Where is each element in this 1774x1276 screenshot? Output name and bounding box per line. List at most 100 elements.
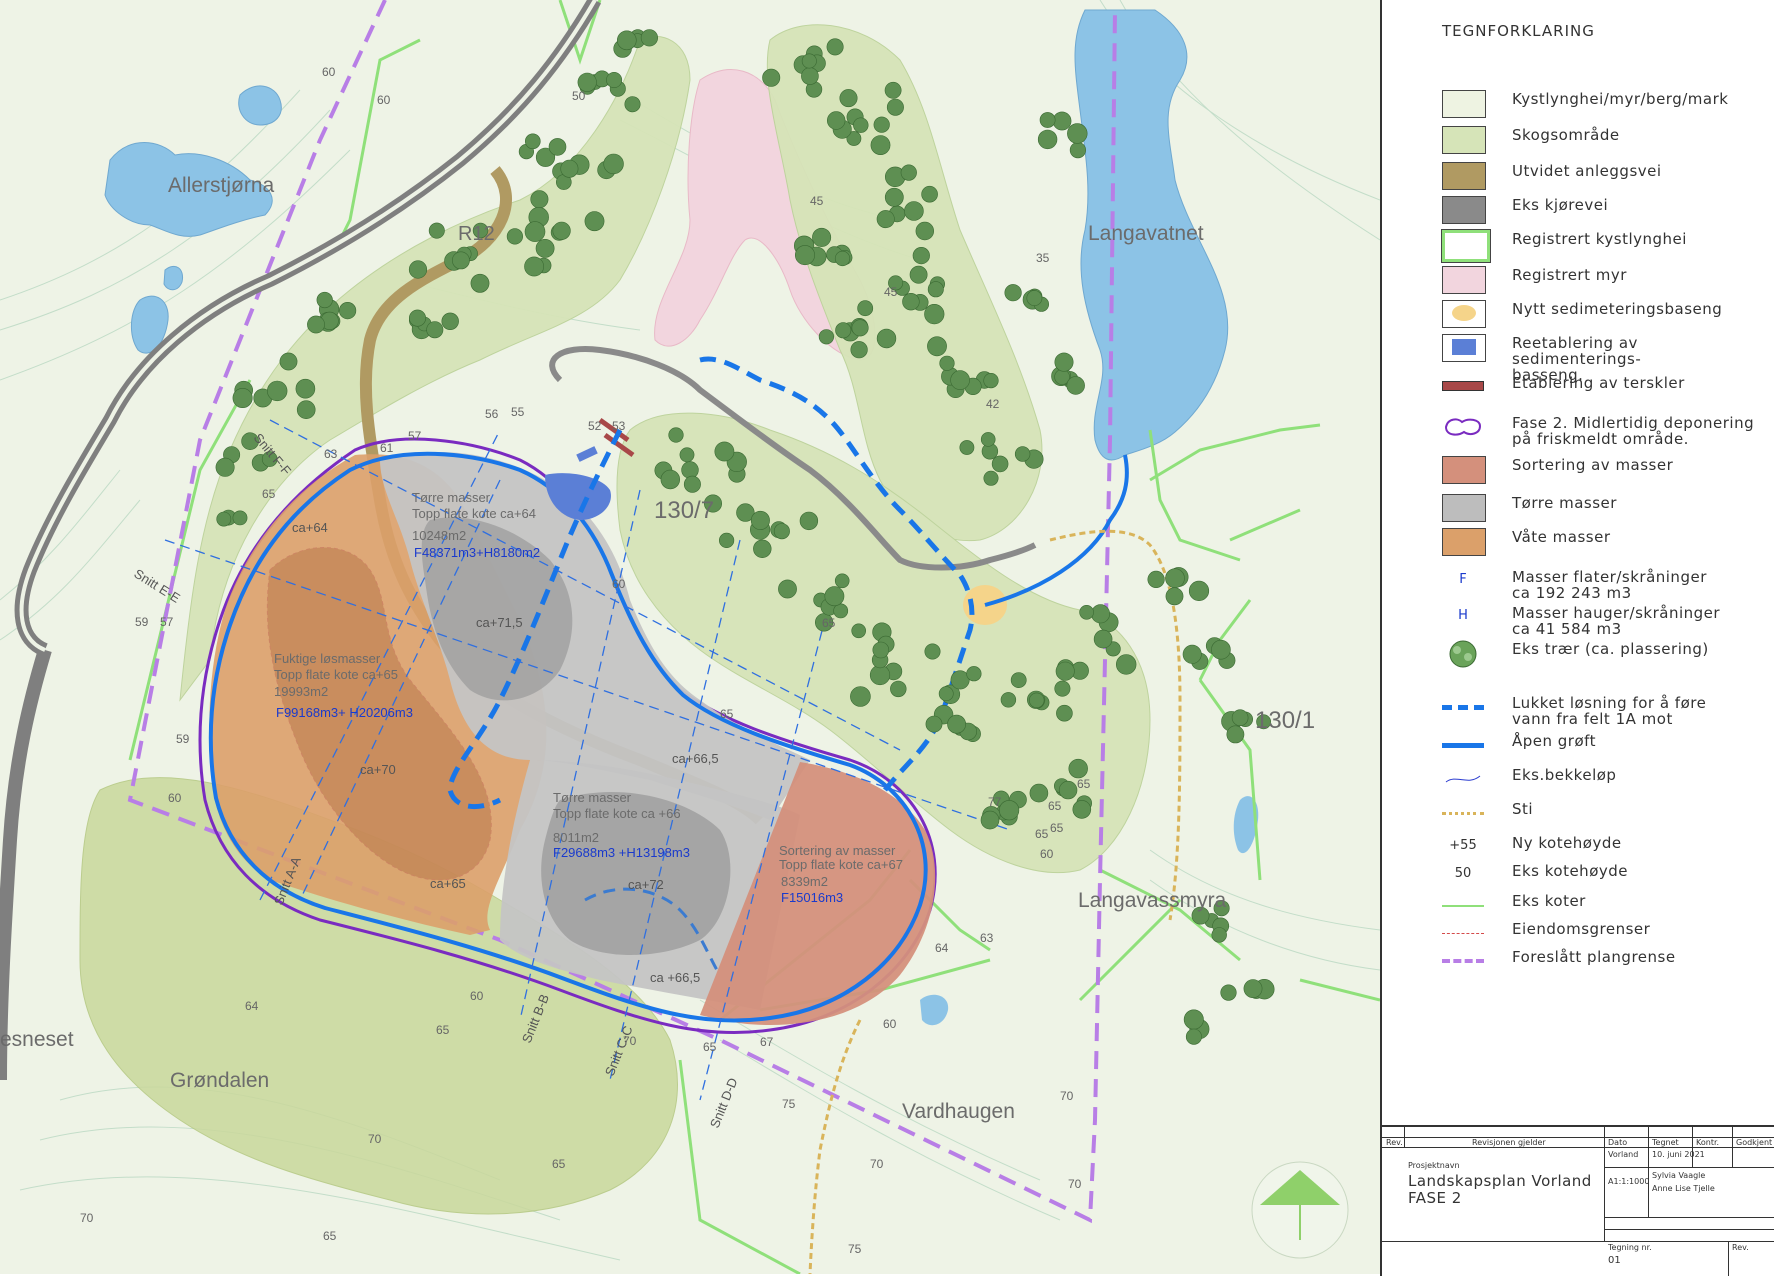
- legend-item: Eks kjørevei: [1442, 192, 1772, 226]
- tree-icon: [927, 336, 947, 357]
- contour-height-label: 65: [262, 487, 276, 501]
- tree-icon: [778, 579, 797, 599]
- legend-item: H Masser hauger/skråninger ca 41 584 m3: [1442, 600, 1772, 637]
- zone-wet-title: Fuktige løsmasser: [274, 651, 381, 666]
- legend-label: Foreslått plangrense: [1512, 948, 1676, 966]
- contour-height-label: 70: [80, 1211, 94, 1225]
- tree-icon: [660, 469, 680, 490]
- tree-icon: [835, 322, 852, 339]
- tree-icon: [408, 260, 428, 279]
- legend-symbol: [1442, 300, 1486, 328]
- tree-icon: [1211, 927, 1227, 943]
- tree-icon: [902, 293, 920, 311]
- tree-icon: [714, 441, 735, 462]
- place-langavatnet: Langavatnet: [1088, 222, 1204, 245]
- tree-icon: [938, 686, 954, 702]
- tree-icon: [530, 190, 549, 209]
- tree-icon: [812, 227, 832, 247]
- zone-wet-volume: F99168m3+ H20206m3: [276, 705, 413, 720]
- tree-icon: [851, 319, 869, 337]
- legend-label: Eks kotehøyde: [1512, 862, 1628, 880]
- tree-icon: [947, 714, 967, 734]
- contour-height-label: 65: [323, 1229, 337, 1243]
- tree-icon: [1182, 644, 1202, 664]
- tree-icon: [1055, 661, 1075, 681]
- tree-icon: [834, 573, 850, 589]
- tb-rev2-label: Rev.: [1732, 1243, 1749, 1252]
- contour-height-label: 65: [436, 1023, 450, 1037]
- legend-label: Registrert myr: [1512, 266, 1627, 284]
- contour-height-label: 60: [883, 1017, 897, 1031]
- legend-symbol: [1442, 732, 1484, 758]
- tree-icon: [801, 53, 817, 69]
- contour-height-label: 65: [1048, 799, 1062, 813]
- tree-icon: [1028, 692, 1045, 708]
- contour-height-label: 45: [884, 285, 898, 299]
- tree-icon: [980, 810, 1000, 830]
- tree-icon: [983, 373, 999, 389]
- elev-ca715: ca+71,5: [476, 615, 523, 630]
- legend-symbol: [1442, 800, 1484, 826]
- legend-label: Våte masser: [1512, 528, 1611, 546]
- contour-height-label: 42: [986, 397, 1000, 411]
- legend-item: Fase 2. Midlertidig deponering på friskm…: [1442, 410, 1772, 447]
- tree-icon: [870, 135, 891, 156]
- tree-icon: [1188, 580, 1210, 602]
- contour-height-label: 77: [988, 795, 1002, 809]
- legend-symbol: [1442, 456, 1486, 484]
- place-allerstjorna: Allerstjørna: [168, 174, 275, 197]
- tree-icon: [1004, 284, 1022, 302]
- tree-icon: [884, 81, 902, 99]
- tree-icon: [451, 251, 470, 270]
- tree-icon: [1067, 123, 1088, 144]
- tree-icon: [1000, 692, 1017, 708]
- tb-drawn-label: Tegnet: [1652, 1138, 1679, 1147]
- tree-icon: [909, 265, 928, 284]
- tree-icon: [750, 510, 770, 530]
- tree-icon: [1093, 629, 1113, 649]
- tree-icon: [983, 470, 999, 486]
- tree-icon: [624, 96, 641, 113]
- zone-dry-north-area: 10248m2: [412, 528, 466, 543]
- tree-icon: [232, 387, 253, 408]
- contour-height-label: 55: [511, 405, 525, 419]
- tb-drawing-no: 01: [1608, 1255, 1621, 1266]
- contour-height-label: 60: [612, 577, 626, 591]
- tree-icon: [1014, 446, 1031, 462]
- contour-height-label: 65: [1035, 827, 1049, 841]
- zone-dry-south-subtitle: Topp flate kote ca +66: [553, 806, 681, 821]
- legend-item: Sti: [1442, 796, 1772, 830]
- legend-label: Tørre masser: [1512, 494, 1617, 512]
- legend-label: Etablering av terskler: [1512, 374, 1685, 392]
- zone-sorting-volume: F15016m3: [781, 890, 843, 905]
- tree-icon: [818, 329, 835, 345]
- contour-height-label: 64: [245, 999, 259, 1013]
- place-vardhaugen: Vardhaugen: [902, 1100, 1015, 1123]
- title-block: Rev. Revisjonen gjelder Dato Tegnet Kont…: [1380, 1125, 1774, 1276]
- tree-icon: [850, 686, 871, 707]
- tb-client: Vorland: [1608, 1150, 1639, 1159]
- tree-icon: [524, 133, 541, 150]
- legend-item: Utvidet anleggsvei: [1442, 158, 1772, 192]
- legend-label: Registrert kystlynghei: [1512, 230, 1687, 248]
- tree-icon: [1068, 758, 1088, 779]
- tb-approved-label: Godkjent: [1736, 1138, 1773, 1147]
- legend-symbol: [1442, 162, 1486, 190]
- legend-label: Eks kjørevei: [1512, 196, 1609, 214]
- drawing-sheet: Allerstjørna Langavatnet Langavassmyra G…: [0, 0, 1774, 1276]
- tree-icon: [316, 291, 333, 309]
- tree-icon: [927, 281, 944, 298]
- tree-icon: [876, 210, 895, 229]
- tree-icon: [801, 67, 819, 85]
- legend-item: Tørre masser: [1442, 490, 1772, 524]
- tree-icon: [470, 273, 490, 293]
- tree-icon: [1069, 142, 1086, 159]
- tb-rev-label: Rev.: [1386, 1138, 1403, 1147]
- contour-height-label: 35: [1036, 251, 1050, 265]
- tb-phase: FASE 2: [1408, 1189, 1462, 1207]
- tree-icon: [408, 309, 426, 327]
- contour-height-label: 60: [322, 65, 336, 79]
- zone-dry-north-subtitle: Topp flate kote ca+64: [412, 506, 536, 521]
- legend-label: Skogsområde: [1512, 126, 1620, 144]
- contour-height-label: 70: [1068, 1177, 1082, 1191]
